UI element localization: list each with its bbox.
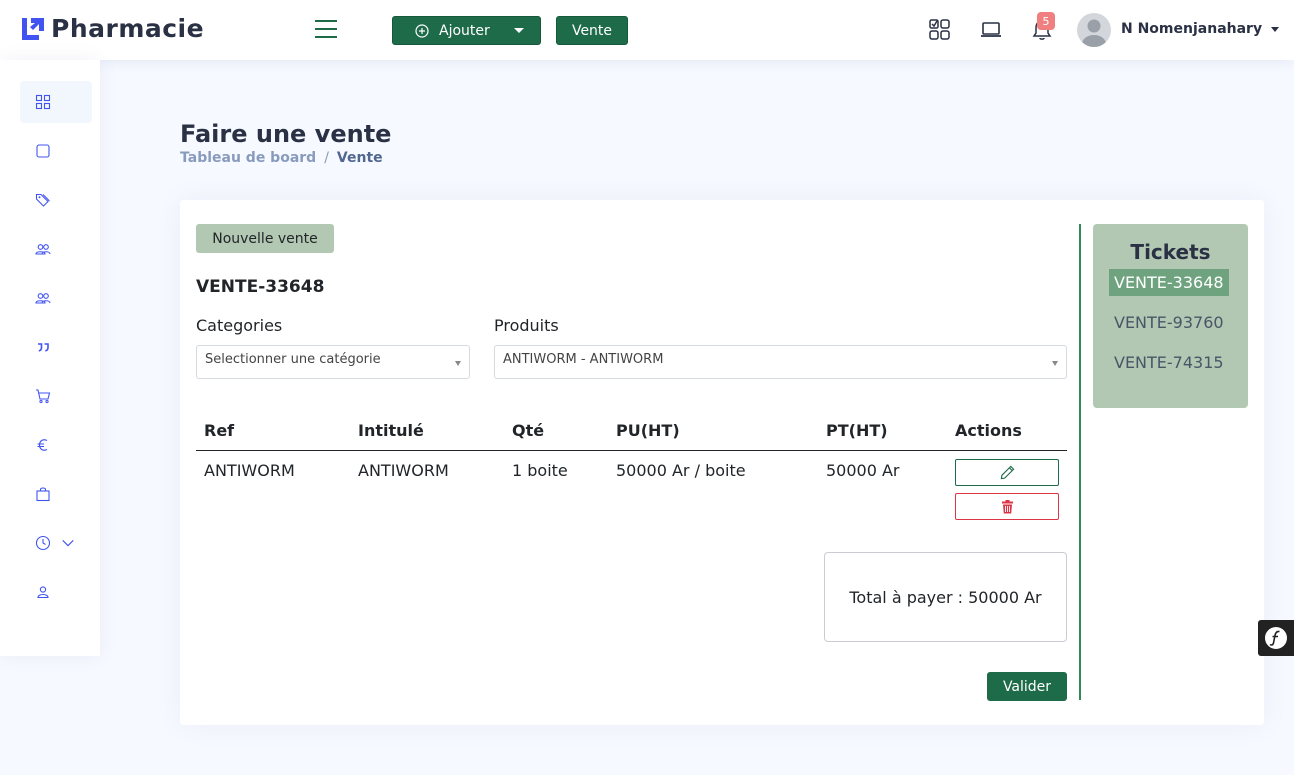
- sale-card: Nouvelle vente VENTE-33648 Categories Se…: [180, 200, 1264, 725]
- col-actions: Actions: [947, 412, 1067, 451]
- validate-button[interactable]: Valider: [987, 672, 1067, 701]
- cell-unit-price: 50000 Ar / boite: [616, 461, 746, 480]
- divider: [1079, 224, 1081, 700]
- products-select-value: ANTIWORM - ANTIWORM: [503, 352, 664, 367]
- apps-icon[interactable]: [929, 19, 951, 41]
- page-title: Faire une vente: [180, 120, 392, 148]
- sidebar-item-people[interactable]: [20, 228, 92, 270]
- square-icon: [36, 144, 50, 158]
- brand-name: Pharmacie: [51, 14, 205, 43]
- avatar[interactable]: [1077, 13, 1111, 47]
- sale-items-table: Ref Intitulé Qté PU(HT) PT(HT) Actions A…: [196, 412, 1067, 531]
- ticket-item[interactable]: VENTE-93760: [1109, 309, 1229, 336]
- people-icon: [35, 293, 51, 304]
- cell-ref: ANTIWORM: [204, 461, 295, 480]
- table-header-row: Ref Intitulé Qté PU(HT) PT(HT) Actions: [196, 412, 1067, 451]
- sidebar-item-tags[interactable]: [20, 179, 92, 221]
- select-arrow-icon: [455, 361, 461, 366]
- tickets-panel: Tickets VENTE-33648 VENTE-93760 VENTE-74…: [1093, 224, 1248, 408]
- quote-icon: [38, 343, 49, 352]
- breadcrumb: Tableau de board / Vente: [180, 150, 383, 166]
- caret-down-icon: [1271, 26, 1280, 32]
- bag-icon: [36, 487, 50, 502]
- total-box: Total à payer : 50000 Ar: [824, 552, 1067, 642]
- sidebar-item-history[interactable]: [20, 522, 92, 564]
- menu-toggle-icon[interactable]: [315, 19, 337, 39]
- user-avatar-icon: [1082, 19, 1106, 47]
- caret-down-icon: [513, 28, 524, 33]
- notification-badge: 5: [1037, 12, 1055, 30]
- breadcrumb-home-link[interactable]: Tableau de board: [180, 150, 316, 166]
- sidebar: [0, 60, 100, 656]
- tickets-title: Tickets: [1130, 240, 1211, 264]
- categories-select-value: Selectionner une catégorie: [205, 352, 381, 367]
- logo-icon: [22, 17, 44, 40]
- sidebar-item-cart[interactable]: [20, 375, 92, 417]
- pencil-icon: [1000, 465, 1014, 480]
- sidebar-item-dashboard[interactable]: [20, 81, 92, 123]
- top-header: Pharmacie Ajouter Vente 5 N Nomenjanahar…: [0, 0, 1294, 60]
- add-button-label: Ajouter: [439, 22, 490, 39]
- clock-icon: [35, 535, 51, 551]
- cell-label: ANTIWORM: [358, 461, 449, 480]
- plus-circle-icon: [415, 23, 429, 38]
- categories-select[interactable]: Selectionner une catégorie: [196, 345, 470, 379]
- col-total: PT(HT): [818, 412, 947, 451]
- ticket-item[interactable]: VENTE-74315: [1109, 349, 1229, 376]
- edit-button[interactable]: [955, 459, 1059, 486]
- breadcrumb-separator: /: [324, 150, 329, 166]
- laptop-icon[interactable]: [980, 19, 1002, 41]
- new-sale-button[interactable]: Nouvelle vente: [196, 224, 334, 253]
- col-unit-price: PU(HT): [608, 412, 818, 451]
- people-icon: [35, 244, 51, 255]
- grid-icon: [35, 94, 51, 110]
- sidebar-item-bag[interactable]: [20, 473, 92, 515]
- cell-qty: 1 boite: [512, 461, 568, 480]
- sale-id: VENTE-33648: [196, 277, 325, 297]
- trash-icon: [1001, 499, 1013, 513]
- products-select[interactable]: ANTIWORM - ANTIWORM: [494, 345, 1067, 379]
- symfony-logo-icon: [1265, 627, 1287, 649]
- sidebar-item-euro[interactable]: [20, 424, 92, 466]
- ticket-item-active[interactable]: VENTE-33648: [1109, 269, 1229, 296]
- user-name: N Nomenjanahary: [1121, 21, 1263, 37]
- cell-total: 50000 Ar: [826, 461, 900, 480]
- sidebar-item-square[interactable]: [20, 130, 92, 172]
- col-ref: Ref: [196, 412, 350, 451]
- sidebar-item-profile[interactable]: [20, 571, 92, 613]
- person-icon: [37, 586, 49, 599]
- total-text: Total à payer : 50000 Ar: [849, 587, 1042, 607]
- cell-actions: [947, 451, 1067, 531]
- chevron-down-icon: [62, 539, 74, 547]
- user-menu[interactable]: N Nomenjanahary: [1121, 21, 1280, 37]
- categories-label: Categories: [196, 316, 283, 335]
- col-label: Intitulé: [350, 412, 504, 451]
- sidebar-item-people-2[interactable]: [20, 277, 92, 319]
- tags-icon: [35, 193, 50, 207]
- symfony-toolbar-toggle[interactable]: [1258, 620, 1294, 656]
- sidebar-item-quote[interactable]: [20, 326, 92, 368]
- sale-button[interactable]: Vente: [556, 16, 628, 45]
- add-dropdown-button[interactable]: Ajouter: [392, 16, 541, 45]
- delete-button[interactable]: [955, 493, 1059, 520]
- breadcrumb-current: Vente: [336, 150, 383, 166]
- col-qty: Qté: [504, 412, 608, 451]
- brand-logo[interactable]: Pharmacie: [20, 14, 204, 43]
- euro-icon: [37, 439, 48, 451]
- cart-icon: [36, 389, 51, 404]
- select-arrow-icon: [1052, 361, 1058, 366]
- table-row: ANTIWORM ANTIWORM 1 boite 50000 Ar / boi…: [196, 451, 1067, 531]
- products-label: Produits: [494, 316, 559, 335]
